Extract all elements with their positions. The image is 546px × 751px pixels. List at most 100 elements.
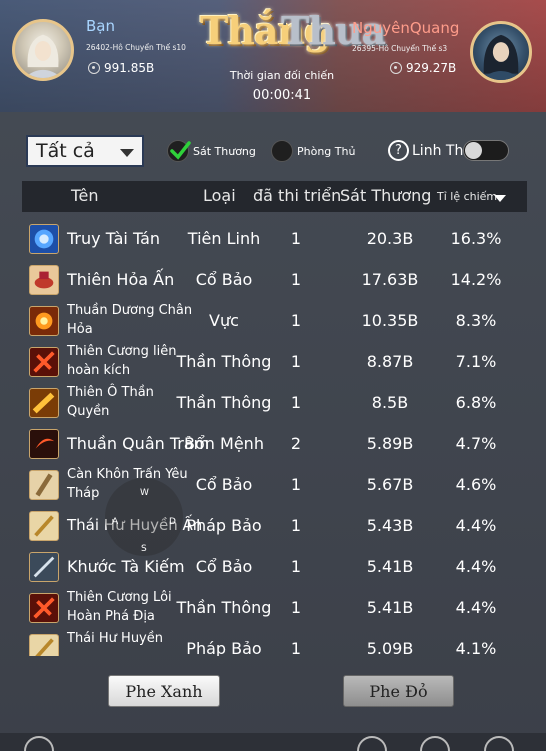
skill-damage: 5.43B	[366, 516, 414, 535]
skill-type: Cổ Bảo	[195, 270, 253, 289]
sun-fire-icon	[29, 306, 59, 336]
table-row[interactable]: Thuần Dương Chân Hỏa Vực 1 10.35B 8.3%	[0, 300, 546, 341]
skill-count: 1	[290, 639, 302, 656]
category-dropdown[interactable]: Tất cả	[26, 135, 144, 167]
fire-seal-icon	[29, 265, 59, 295]
skill-name: Thiên Hỏa Ấn	[67, 270, 175, 289]
crescent-slash-icon	[29, 429, 59, 459]
skill-rate: 8.3%	[455, 311, 497, 330]
skill-rate: 7.1%	[455, 352, 497, 371]
skill-rate: 14.2%	[450, 270, 502, 289]
joystick-right-label: D	[169, 517, 176, 527]
skill-type: Cổ Bảo	[195, 557, 253, 576]
red-strike-icon	[29, 347, 59, 377]
column-header-damage: Sát Thương	[340, 186, 432, 205]
battle-time: 00:00:41	[252, 88, 312, 103]
column-header-rate[interactable]: Tỉ lệ chiếm	[437, 190, 497, 203]
chevron-down-icon	[120, 149, 134, 157]
sort-desc-icon[interactable]	[494, 195, 506, 202]
defense-checkbox[interactable]	[271, 140, 293, 162]
gold-staff-icon	[29, 511, 59, 541]
column-header-count: đã thi triển	[253, 186, 342, 205]
joystick-up-label: W	[140, 488, 149, 498]
left-player-name: Bạn	[86, 17, 115, 35]
skill-count: 1	[290, 598, 302, 617]
joystick-left-label: A	[112, 517, 119, 527]
pet-toggle[interactable]	[463, 140, 509, 161]
right-player-avatar[interactable]	[470, 21, 532, 83]
skill-name: Thiên Cương liên hoàn kích	[67, 344, 177, 378]
skill-damage: 5.67B	[366, 475, 414, 494]
table-row[interactable]: Thái Hư Huyền Ấn Pháp Bảo 1 5.43B 4.4%	[0, 505, 546, 546]
right-player-server: 26395-Hô Chuyển Thế s3	[352, 44, 448, 53]
right-player-power-value: 929.27B	[406, 61, 457, 75]
blue-side-button[interactable]: Phe Xanh	[108, 675, 220, 707]
table-row[interactable]: Thái Hư Huyền Pháp Bảo 1 5.09B 4.1%	[0, 628, 546, 656]
column-header-name: Tên	[71, 186, 99, 205]
right-player-name: NguyênQuang	[352, 19, 460, 37]
skill-count: 1	[290, 270, 302, 289]
skill-count: 1	[290, 393, 302, 412]
skill-list[interactable]: Truy Tài Tán Tiên Linh 1 20.3B 16.3% Thi…	[0, 218, 546, 656]
skill-damage: 5.41B	[366, 598, 414, 617]
skill-type: Thần Thông	[176, 598, 272, 617]
table-row[interactable]: Thiên Hỏa Ấn Cổ Bảo 1 17.63B 14.2%	[0, 259, 546, 300]
skill-rate: 4.4%	[455, 598, 497, 617]
damage-filter-label: Sát Thương	[193, 145, 256, 158]
table-row[interactable]: Thiên Cương Lôi Hoàn Phá Địa Thần Thông 1…	[0, 587, 546, 628]
skill-type: Bổn Mệnh	[184, 434, 264, 453]
skill-count: 1	[290, 352, 302, 371]
help-icon[interactable]: ?	[388, 140, 409, 161]
skill-rate: 6.8%	[455, 393, 497, 412]
table-row[interactable]: Thuần Quân Trảm Bổn Mệnh 2 5.89B 4.7%	[0, 423, 546, 464]
skill-damage: 20.3B	[366, 229, 414, 248]
battle-time-label: Thời gian đối chiến	[229, 69, 335, 82]
skill-type: Thần Thông	[176, 352, 272, 371]
sword-icon	[29, 552, 59, 582]
table-row[interactable]: Thiên Ô Thần Quyền Thần Thông 1 8.5B 6.8%	[0, 382, 546, 423]
left-player-server: 26402-Hô Chuyển Thế s10	[86, 43, 186, 52]
skill-damage: 5.89B	[366, 434, 414, 453]
column-header-type: Loại	[203, 186, 236, 205]
red-strike-icon	[29, 593, 59, 623]
checkmark-icon	[170, 141, 191, 160]
skill-type: Pháp Bảo	[186, 516, 262, 535]
blue-orb-icon	[29, 224, 59, 254]
skill-rate: 4.6%	[455, 475, 497, 494]
player-portrait-icon	[480, 34, 522, 80]
tower-icon	[29, 470, 59, 500]
skill-name: Thiên Cương Lôi Hoàn Phá Địa	[67, 590, 172, 624]
table-row[interactable]: Càn Khôn Trấn Yêu Tháp Cổ Bảo 1 5.67B 4.6…	[0, 464, 546, 505]
skill-damage: 8.5B	[371, 393, 409, 412]
table-row[interactable]: Khước Tà Kiếm Cổ Bảo 1 5.41B 4.4%	[0, 546, 546, 587]
skill-count: 1	[290, 229, 302, 248]
skill-damage: 10.35B	[361, 311, 419, 330]
category-dropdown-value: Tất cả	[36, 140, 95, 162]
skill-type: Tiên Linh	[187, 229, 261, 248]
skill-type: Cổ Bảo	[195, 475, 253, 494]
defense-filter-label: Phòng Thủ	[297, 145, 356, 158]
red-side-button[interactable]: Phe Đỏ	[343, 675, 454, 707]
skill-damage: 5.41B	[366, 557, 414, 576]
skill-rate: 4.4%	[455, 557, 497, 576]
skill-damage: 17.63B	[361, 270, 419, 289]
table-row[interactable]: Thiên Cương liên hoàn kích Thần Thông 1 8…	[0, 341, 546, 382]
skill-name: Truy Tài Tán	[67, 229, 161, 248]
skill-name: Thiên Ô Thần Quyền	[67, 385, 154, 419]
skill-count: 1	[290, 311, 302, 330]
toggle-knob	[465, 142, 482, 159]
bottom-bar	[0, 733, 546, 751]
skill-count: 1	[290, 475, 302, 494]
damage-checkbox[interactable]	[167, 140, 191, 162]
skill-damage: 8.87B	[366, 352, 414, 371]
right-player-power: 929.27B	[390, 61, 456, 75]
power-icon	[390, 62, 402, 74]
table-row[interactable]: Truy Tài Tán Tiên Linh 1 20.3B 16.3%	[0, 218, 546, 259]
skill-type: Pháp Bảo	[186, 639, 262, 656]
skill-type: Vực	[209, 311, 239, 330]
skill-count: 1	[290, 557, 302, 576]
joystick-down-label: S	[141, 544, 147, 554]
skill-rate: 16.3%	[450, 229, 502, 248]
skill-damage: 5.09B	[366, 639, 414, 656]
skill-rate: 4.1%	[455, 639, 497, 656]
